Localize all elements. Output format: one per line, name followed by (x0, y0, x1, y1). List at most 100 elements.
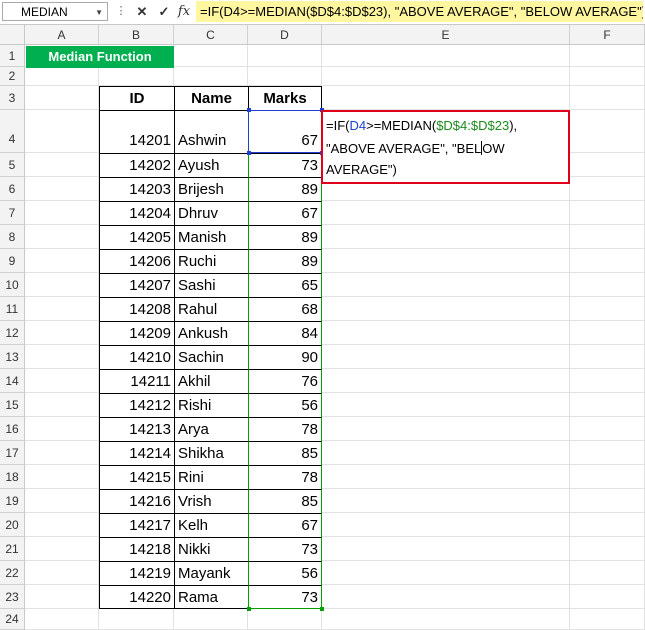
cell-name[interactable]: Akhil (174, 369, 248, 393)
cell-name[interactable]: Kelh (174, 513, 248, 537)
cell-marks[interactable]: 85 (248, 489, 322, 513)
cell-name[interactable]: Rishi (174, 393, 248, 417)
row-header-6[interactable]: 6 (0, 177, 25, 201)
cell-marks[interactable]: 84 (248, 321, 322, 345)
cell-name[interactable]: Rini (174, 465, 248, 489)
row-header-17[interactable]: 17 (0, 441, 25, 465)
cell-marks[interactable]: 90 (248, 345, 322, 369)
cell-id[interactable]: 14217 (99, 513, 174, 537)
cell-name[interactable]: Rahul (174, 297, 248, 321)
cell-marks[interactable]: 65 (248, 273, 322, 297)
row-header-9[interactable]: 9 (0, 249, 25, 273)
header-marks[interactable]: Marks (248, 86, 322, 110)
cell-id[interactable]: 14211 (99, 369, 174, 393)
cell-id[interactable]: 14218 (99, 537, 174, 561)
cell-name[interactable]: Brijesh (174, 177, 248, 201)
cell-id[interactable]: 14210 (99, 345, 174, 369)
cell-marks[interactable]: 78 (248, 417, 322, 441)
cell-id[interactable]: 14207 (99, 273, 174, 297)
formula-input[interactable]: =IF(D4>=MEDIAN($D$4:$D$23), "ABOVE AVERA… (196, 1, 643, 22)
row-header-2[interactable]: 2 (0, 67, 25, 86)
row-header-12[interactable]: 12 (0, 321, 25, 345)
cell-marks[interactable]: 67 (248, 201, 322, 225)
cell-marks[interactable]: 73 (248, 153, 322, 177)
range-handle[interactable] (247, 108, 251, 112)
column-header-f[interactable]: F (570, 25, 645, 45)
cell-marks[interactable]: 56 (248, 561, 322, 585)
cell-marks[interactable]: 67 (248, 513, 322, 537)
cell-marks[interactable]: 78 (248, 465, 322, 489)
cell-id[interactable]: 14213 (99, 417, 174, 441)
title-cell[interactable]: Median Function (26, 46, 174, 68)
row-header-15[interactable]: 15 (0, 393, 25, 417)
cell-id[interactable]: 14203 (99, 177, 174, 201)
cell-marks[interactable]: 89 (248, 225, 322, 249)
row-header-23[interactable]: 23 (0, 585, 25, 609)
row-header-24[interactable]: 24 (0, 609, 25, 630)
cell-marks[interactable]: 73 (248, 585, 322, 609)
header-name[interactable]: Name (174, 86, 248, 110)
row-header-20[interactable]: 20 (0, 513, 25, 537)
column-header-d[interactable]: D (248, 25, 322, 45)
cell-id[interactable]: 14201 (99, 110, 174, 153)
row-header-11[interactable]: 11 (0, 297, 25, 321)
range-handle[interactable] (247, 607, 251, 611)
row-header-5[interactable]: 5 (0, 153, 25, 177)
cell-name[interactable]: Rama (174, 585, 248, 609)
cell-name[interactable]: Arya (174, 417, 248, 441)
cell-name[interactable]: Ruchi (174, 249, 248, 273)
cell-id[interactable]: 14215 (99, 465, 174, 489)
row-header-7[interactable]: 7 (0, 201, 25, 225)
chevron-down-icon[interactable]: ▼ (95, 3, 103, 22)
cell-marks[interactable]: 76 (248, 369, 322, 393)
column-header-e[interactable]: E (322, 25, 570, 45)
formula-edit-cell[interactable]: =IF(D4>=MEDIAN($D$4:$D$23), "ABOVE AVERA… (321, 110, 570, 184)
column-header-c[interactable]: C (174, 25, 248, 45)
row-header-16[interactable]: 16 (0, 417, 25, 441)
row-header-4[interactable]: 4 (0, 110, 25, 153)
row-header-3[interactable]: 3 (0, 86, 25, 110)
more-options-icon[interactable]: ⋮ (113, 2, 129, 21)
enter-button[interactable]: ✓ (155, 2, 173, 21)
cell-id[interactable]: 14220 (99, 585, 174, 609)
column-header-a[interactable]: A (25, 25, 99, 45)
cell-marks[interactable]: 56 (248, 393, 322, 417)
cell-id[interactable]: 14202 (99, 153, 174, 177)
row-header-19[interactable]: 19 (0, 489, 25, 513)
cell-name[interactable]: Ankush (174, 321, 248, 345)
row-header-14[interactable]: 14 (0, 369, 25, 393)
column-header-b[interactable]: B (99, 25, 174, 45)
cancel-button[interactable]: ✕ (133, 2, 151, 21)
header-id[interactable]: ID (99, 86, 174, 110)
cell-name[interactable]: Ayush (174, 153, 248, 177)
cell-id[interactable]: 14206 (99, 249, 174, 273)
row-header-22[interactable]: 22 (0, 561, 25, 585)
cell-id[interactable]: 14214 (99, 441, 174, 465)
cell-marks[interactable]: 67 (248, 110, 322, 153)
range-handle[interactable] (320, 607, 324, 611)
cell-name[interactable]: Sachin (174, 345, 248, 369)
cell-id[interactable]: 14216 (99, 489, 174, 513)
cell-name[interactable]: Nikki (174, 537, 248, 561)
cell-marks[interactable]: 85 (248, 441, 322, 465)
cell-marks[interactable]: 68 (248, 297, 322, 321)
cell-name[interactable]: Ashwin (174, 110, 248, 153)
row-header-8[interactable]: 8 (0, 225, 25, 249)
select-all-corner[interactable] (0, 25, 25, 45)
cell-marks[interactable]: 89 (248, 249, 322, 273)
cell-marks[interactable]: 89 (248, 177, 322, 201)
insert-function-button[interactable]: fx (175, 2, 193, 21)
cell-id[interactable]: 14208 (99, 297, 174, 321)
cell-id[interactable]: 14204 (99, 201, 174, 225)
cell-id[interactable]: 14212 (99, 393, 174, 417)
cell-name[interactable]: Sashi (174, 273, 248, 297)
cell-marks[interactable]: 73 (248, 537, 322, 561)
cell-name[interactable]: Manish (174, 225, 248, 249)
cell-name[interactable]: Vrish (174, 489, 248, 513)
range-handle[interactable] (247, 151, 251, 155)
cell-id[interactable]: 14219 (99, 561, 174, 585)
name-box[interactable]: MEDIAN ▼ (2, 2, 108, 21)
row-header-21[interactable]: 21 (0, 537, 25, 561)
cell-name[interactable]: Dhruv (174, 201, 248, 225)
row-header-10[interactable]: 10 (0, 273, 25, 297)
